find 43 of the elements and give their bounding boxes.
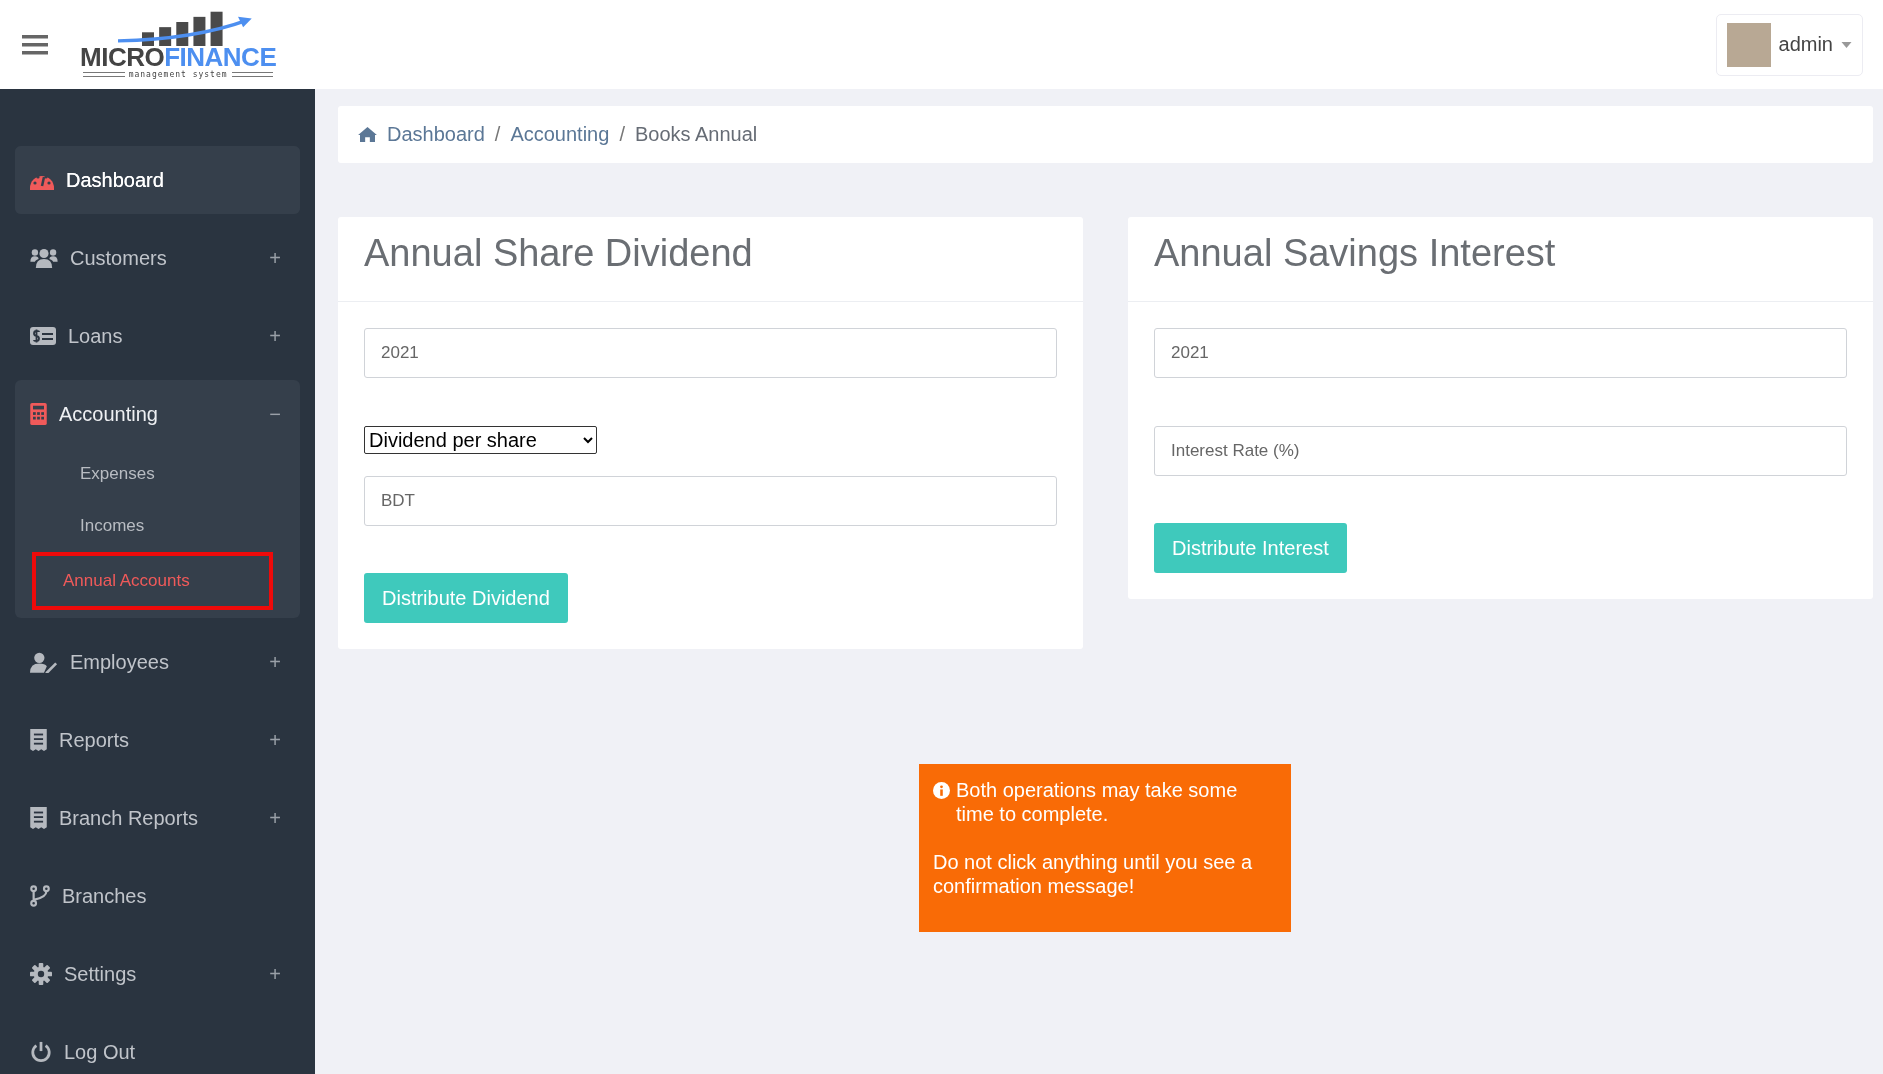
avatar-placeholder [1726, 22, 1771, 67]
logo-tagline: management system [128, 70, 228, 79]
caret-icon [1841, 41, 1852, 48]
input-field[interactable]: 2021 [1154, 328, 1847, 378]
input-field[interactable]: 2021 [364, 328, 1057, 378]
input-field[interactable]: Interest Rate (%) [1154, 426, 1847, 476]
input-field[interactable]: BDT [364, 476, 1057, 526]
submenu-item[interactable]: Incomes [32, 500, 273, 552]
breadcrumb-link[interactable]: Accounting [510, 123, 610, 146]
sidebar-item[interactable]: Settings + [15, 940, 300, 1008]
sidebar-item[interactable]: Reports + [15, 706, 300, 774]
home-icon [358, 127, 377, 142]
breadcrumb-separator: / [494, 123, 501, 146]
sidebar-item[interactable]: Accounting − [15, 380, 300, 448]
card-title: Annual Share Dividend [338, 217, 1083, 302]
branch-icon [30, 885, 50, 907]
user-menu-button[interactable]: admin [1715, 13, 1863, 76]
logo-text: FINANCE [164, 42, 277, 72]
calculator-icon [30, 403, 47, 425]
users-icon [30, 248, 58, 268]
sidebar-item[interactable]: Customers + [15, 224, 300, 292]
sidebar-item[interactable]: Branches [15, 862, 300, 930]
breadcrumb-separator: / [619, 123, 625, 146]
sidebar-item[interactable]: Branch Reports + [15, 784, 300, 852]
settings-icon [30, 963, 52, 985]
sidebar-item[interactable]: Employees + [15, 628, 300, 696]
alert-text: Do not click anything until you see a confirmation message! [933, 850, 1254, 898]
alert-text: Both operations may take some time to complete. [956, 778, 1239, 826]
sidebar-item[interactable]: Log Out [15, 1018, 300, 1074]
info-icon [933, 782, 950, 799]
logo[interactable]: MICROFINANCE management system [76, 8, 281, 81]
money-card-icon [30, 327, 56, 345]
card-title: Annual Savings Interest [1128, 217, 1873, 302]
receipt-icon [30, 729, 47, 751]
receipt-icon [30, 807, 47, 829]
breadcrumb-link[interactable]: Dashboard [387, 123, 485, 146]
submenu-item[interactable]: Expenses [32, 448, 273, 500]
power-icon [30, 1041, 52, 1063]
sidebar-item[interactable]: Loans + [15, 302, 300, 370]
user-edit-icon [30, 651, 58, 673]
dropdown[interactable]: Dividend per share [364, 426, 597, 454]
logo-text: MICRO [80, 42, 165, 72]
menu-icon[interactable] [22, 34, 48, 55]
